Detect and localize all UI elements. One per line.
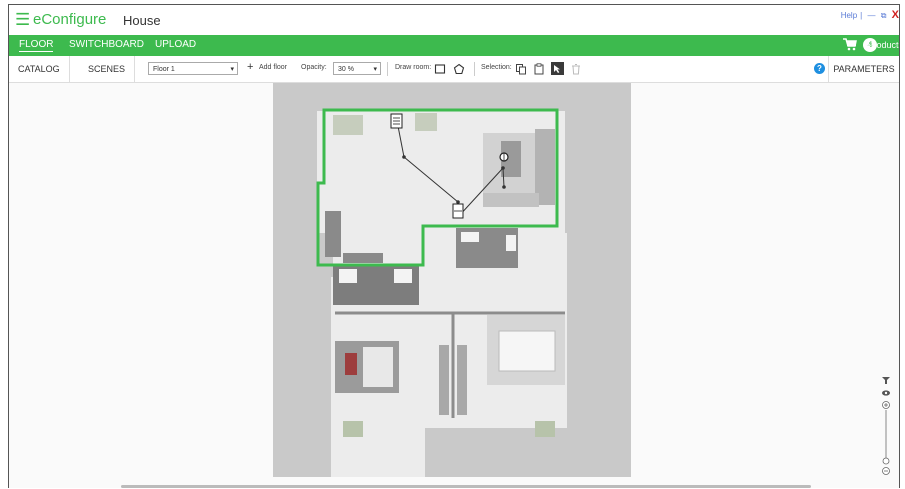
eye-icon[interactable]: [882, 390, 890, 396]
pan-icon[interactable]: [882, 377, 890, 384]
zoom-out-icon[interactable]: [882, 467, 890, 475]
minimize-button[interactable]: —: [867, 11, 875, 20]
floor-select-value: Floor 1: [153, 66, 175, 73]
wire-node[interactable]: [501, 166, 505, 170]
bed: [498, 330, 556, 372]
selection-label: Selection:: [481, 64, 512, 71]
plus-icon[interactable]: +: [247, 61, 253, 73]
toolbar-divider: [387, 62, 388, 76]
bath-fixture: [461, 232, 479, 242]
app-name: eConfigure: [33, 11, 107, 28]
light-device-icon[interactable]: [499, 152, 509, 162]
opacity-label: Opacity:: [301, 64, 327, 71]
menu-icon[interactable]: ☰: [15, 10, 30, 30]
wire-node[interactable]: [502, 185, 506, 189]
tab-scenes[interactable]: SCENES: [79, 56, 136, 82]
counter: [325, 211, 341, 257]
add-floor-button[interactable]: Add floor: [259, 64, 287, 71]
products-link[interactable]: Products: [867, 40, 899, 50]
horizontal-scrollbar[interactable]: [121, 485, 811, 488]
switchboard-device-icon[interactable]: [390, 113, 403, 129]
tab-floor[interactable]: FLOOR: [19, 39, 54, 52]
plant: [333, 115, 363, 135]
chevron-down-icon: ▾: [373, 66, 377, 73]
tab-catalog[interactable]: CATALOG: [9, 56, 70, 82]
plant: [415, 113, 437, 131]
floor-select[interactable]: Floor 1 ▾: [148, 62, 238, 75]
opacity-select[interactable]: 30 % ▾: [333, 62, 381, 75]
socket-device-icon[interactable]: [452, 203, 464, 219]
tab-switchboard[interactable]: SWITCHBOARD: [69, 39, 144, 50]
floor-plan[interactable]: [273, 83, 633, 477]
wire-node[interactable]: [402, 155, 406, 159]
polygon-draw-icon[interactable]: [453, 63, 465, 75]
trash-icon[interactable]: [570, 63, 582, 75]
app-window: ☰ eConfigure House Help | — ⧉ X FLOOR SWI…: [8, 4, 900, 488]
appliance: [394, 269, 412, 283]
close-button[interactable]: X: [892, 9, 899, 21]
opacity-value: 30 %: [338, 66, 354, 73]
help-icon[interactable]: ?: [814, 63, 825, 74]
bath-fixture: [506, 235, 516, 251]
desk: [363, 347, 393, 387]
copy-icon[interactable]: [515, 63, 527, 75]
wire-node[interactable]: [456, 200, 460, 204]
toolbar: CATALOG SCENES Floor 1 ▾ + Add floor Opa…: [9, 56, 899, 83]
select-active-icon[interactable]: [551, 62, 564, 75]
zoom-slider-handle[interactable]: [882, 457, 890, 465]
draw-room-label: Draw room:: [395, 64, 432, 71]
toolbar-divider: [474, 62, 475, 76]
help-sep: |: [860, 11, 863, 20]
zoom-in-icon[interactable]: [882, 401, 890, 409]
paste-icon[interactable]: [533, 63, 545, 75]
project-name: House: [123, 13, 161, 28]
sofa: [483, 193, 539, 207]
parameters-button[interactable]: PARAMETERS: [828, 56, 899, 82]
chair: [345, 353, 357, 375]
closet: [457, 345, 467, 415]
closet: [439, 345, 449, 415]
help-link[interactable]: Help: [841, 11, 857, 20]
floorplan-canvas[interactable]: [9, 83, 899, 488]
plant: [343, 421, 363, 437]
tab-upload[interactable]: UPLOAD: [155, 39, 196, 50]
zoom-controls: [882, 377, 890, 475]
window-controls: Help | — ⧉ X: [838, 9, 899, 21]
restore-button[interactable]: ⧉: [881, 11, 887, 20]
appliance: [339, 269, 357, 283]
rect-draw-icon[interactable]: [434, 63, 446, 75]
main-nav: FLOOR SWITCHBOARD UPLOAD 4 Products: [9, 35, 899, 56]
cart-icon[interactable]: [843, 38, 857, 51]
chevron-down-icon: ▾: [230, 66, 234, 73]
title-bar: ☰ eConfigure House Help | — ⧉ X: [9, 5, 899, 35]
counter: [343, 253, 383, 263]
plant: [535, 421, 555, 437]
